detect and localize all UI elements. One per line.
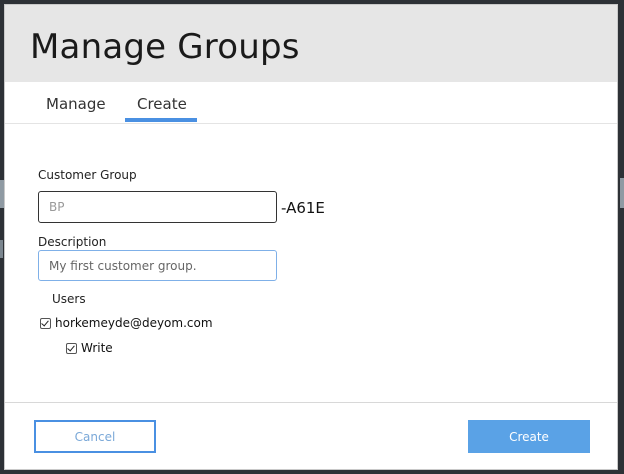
create-button[interactable]: Create [468, 420, 590, 453]
write-permission-label: Write [81, 341, 113, 355]
user-row: horkemeyde@deyom.com [40, 315, 213, 331]
write-permission-checkbox[interactable] [66, 342, 77, 354]
description-input[interactable] [38, 250, 277, 281]
footer-divider [5, 402, 617, 403]
customer-group-label: Customer Group [38, 168, 137, 182]
user-checkbox[interactable] [40, 317, 51, 329]
background-fragment [620, 178, 624, 208]
dialog-title: Manage Groups [30, 27, 300, 67]
customer-group-suffix: -A61E [281, 199, 325, 217]
background-fragment [0, 240, 3, 258]
user-email: horkemeyde@deyom.com [55, 316, 213, 330]
active-tab-indicator [125, 118, 197, 122]
cancel-button[interactable]: Cancel [34, 420, 156, 453]
description-label: Description [38, 235, 107, 249]
dialog-header: Manage Groups [5, 5, 617, 82]
manage-groups-dialog: Manage Groups Manage Create Customer Gro… [4, 4, 618, 470]
customer-group-input[interactable] [38, 191, 277, 223]
permission-row: Write [66, 340, 113, 356]
users-label: Users [52, 292, 86, 306]
tab-bar: Manage Create [5, 82, 617, 124]
tab-create[interactable]: Create [137, 94, 187, 114]
tab-manage[interactable]: Manage [46, 94, 106, 114]
